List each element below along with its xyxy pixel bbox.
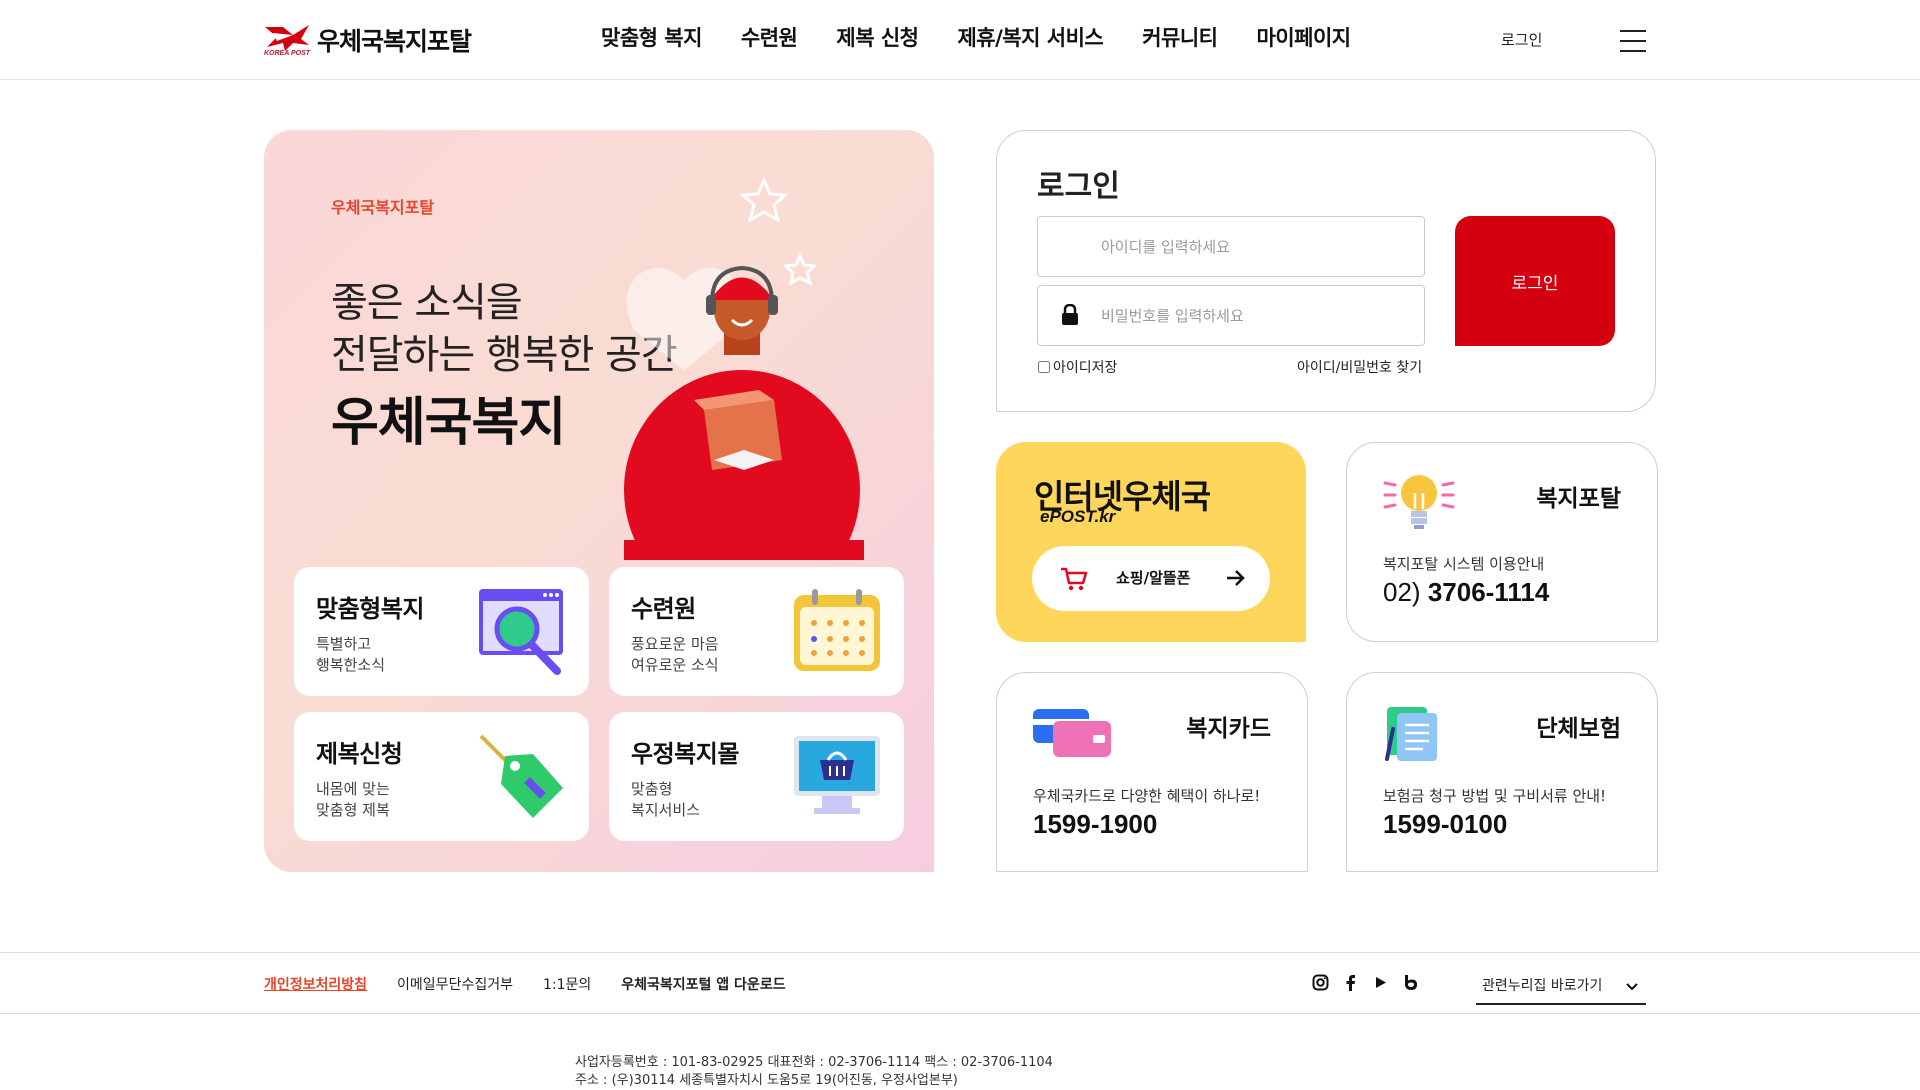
tile-title: 우정복지몰 bbox=[631, 740, 739, 768]
tile-desc: 맞춤형 제복 bbox=[316, 801, 390, 819]
login-button[interactable]: 로그인 bbox=[1455, 216, 1615, 346]
welfare-card-card[interactable]: 복지카드 우체국카드로 다양한 혜택이 하나로! 1599-1900 bbox=[996, 672, 1308, 872]
phone-prefix: 02) bbox=[1383, 577, 1421, 607]
card-title: 단체보험 bbox=[1536, 716, 1621, 742]
instagram-icon[interactable] bbox=[1312, 974, 1329, 991]
shopping-cart-icon bbox=[1060, 566, 1088, 592]
id-input[interactable] bbox=[1038, 217, 1424, 276]
nav-item-community[interactable]: 커뮤니티 bbox=[1142, 22, 1218, 52]
business-info-line: 주소 : (우)30114 세종특별자치시 도움5로 19(어진동, 우정사업본… bbox=[575, 1073, 958, 1088]
login-title: 로그인 bbox=[1037, 169, 1120, 204]
tile-desc: 풍요로운 마음 bbox=[631, 635, 719, 653]
epost-subtitle: ePOST.kr bbox=[1040, 507, 1116, 526]
nav-item-custom-welfare[interactable]: 맞춤형 복지 bbox=[601, 22, 702, 52]
tile-title: 맞춤형복지 bbox=[316, 595, 424, 623]
footer-bar: 개인정보처리방침 이메일무단수집거부 1:1문의 우체국복지포털 앱 다운로드 … bbox=[0, 952, 1920, 1014]
footer-email-policy-link[interactable]: 이메일무단수집거부 bbox=[397, 974, 513, 994]
logo-subtext: KOREA POST bbox=[264, 50, 311, 57]
hamburger-menu-icon[interactable] bbox=[1620, 30, 1646, 52]
facebook-icon[interactable] bbox=[1342, 974, 1359, 991]
social-links bbox=[1312, 974, 1419, 991]
courier-illustration bbox=[624, 176, 864, 560]
footer-privacy-link[interactable]: 개인정보처리방침 bbox=[264, 974, 367, 994]
footer-inquiry-link[interactable]: 1:1문의 bbox=[543, 974, 591, 994]
tile-postal-mall[interactable]: 우정복지몰 맞춤형 복지서비스 bbox=[609, 712, 904, 841]
tile-desc: 여유로운 소식 bbox=[631, 656, 719, 674]
card-phone: 1599-1900 bbox=[1033, 809, 1158, 839]
hero-banner: 우체국복지포탈 좋은 소식을 전달하는 행복한 공간 우체국복지 맞춤형복지 특… bbox=[264, 130, 934, 872]
header-login-link[interactable]: 로그인 bbox=[1501, 29, 1542, 50]
site-logo[interactable]: KOREA POST 우체국복지포탈 bbox=[263, 20, 472, 60]
related-sites-label: 관련누리집 바로가기 bbox=[1482, 978, 1603, 994]
magnifier-icon bbox=[477, 587, 567, 677]
blog-icon[interactable] bbox=[1402, 974, 1419, 991]
login-panel: 로그인 로그인 아이디저장 아이디/비밀번호 찾기 bbox=[996, 130, 1656, 412]
tile-custom-welfare[interactable]: 맞춤형복지 특별하고 행복한소식 bbox=[294, 567, 589, 696]
tile-training-center[interactable]: 수련원 풍요로운 마음 여유로운 소식 bbox=[609, 567, 904, 696]
related-sites-select[interactable]: 관련누리집 바로가기 bbox=[1476, 963, 1646, 1005]
epost-card: 인터넷우체국 ePOST.kr 쇼핑/알뜰폰 bbox=[996, 442, 1306, 642]
card-title: 복지포탈 bbox=[1536, 486, 1621, 512]
password-input[interactable] bbox=[1038, 286, 1424, 345]
welfare-portal-card[interactable]: 복지포탈 복지포탈 시스템 이용안내 02) 3706-1114 bbox=[1346, 442, 1658, 642]
shopping-mobile-button[interactable]: 쇼핑/알뜰폰 bbox=[1032, 546, 1270, 611]
find-account-link[interactable]: 아이디/비밀번호 찾기 bbox=[1297, 357, 1422, 377]
tile-desc: 행복한소식 bbox=[316, 656, 386, 674]
tile-desc: 맞춤형 bbox=[631, 780, 673, 798]
youtube-icon[interactable] bbox=[1372, 974, 1389, 991]
tile-uniform[interactable]: 제복신청 내몸에 맞는 맞춤형 제복 bbox=[294, 712, 589, 841]
business-info-line: 사업자등록번호 : 101-83-02925 대표전화 : 02-3706-11… bbox=[575, 1055, 1053, 1070]
card-desc: 복지포탈 시스템 이용안내 bbox=[1383, 555, 1545, 573]
tile-desc: 특별하고 bbox=[316, 635, 372, 653]
korea-post-logo-icon: KOREA POST bbox=[263, 21, 313, 59]
password-field[interactable] bbox=[1037, 285, 1425, 346]
card-desc: 우체국카드로 다양한 혜택이 하나로! bbox=[1033, 787, 1261, 805]
logo-text: 우체국복지포탈 bbox=[317, 27, 472, 56]
hero-line-1: 좋은 소식을 bbox=[331, 280, 523, 326]
nav-item-mypage[interactable]: 마이페이지 bbox=[1257, 22, 1352, 52]
tile-title: 수련원 bbox=[631, 595, 696, 623]
save-id-checkbox[interactable]: 아이디저장 bbox=[1038, 357, 1117, 377]
nav-item-partner-services[interactable]: 제휴/복지 서비스 bbox=[957, 22, 1103, 52]
document-icon bbox=[1383, 707, 1463, 769]
shopping-basket-monitor-icon bbox=[792, 732, 882, 822]
save-id-check[interactable] bbox=[1038, 361, 1050, 373]
tile-title: 제복신청 bbox=[316, 740, 403, 768]
lightbulb-icon bbox=[1383, 471, 1463, 533]
footer-links: 개인정보처리방침 이메일무단수집거부 1:1문의 우체국복지포털 앱 다운로드 bbox=[264, 974, 786, 994]
card-phone: 02) 3706-1114 bbox=[1383, 577, 1549, 608]
card-desc: 보험금 청구 방법 및 구비서류 안내! bbox=[1383, 787, 1607, 805]
site-header: KOREA POST 우체국복지포탈 맞춤형 복지 수련원 제복 신청 제휴/복… bbox=[0, 0, 1920, 80]
hero-eyebrow: 우체국복지포탈 bbox=[331, 198, 435, 217]
group-insurance-card[interactable]: 단체보험 보험금 청구 방법 및 구비서류 안내! 1599-0100 bbox=[1346, 672, 1658, 872]
card-phone: 1599-0100 bbox=[1383, 809, 1508, 839]
hero-title: 우체국복지 bbox=[331, 393, 566, 453]
nav-item-training-center[interactable]: 수련원 bbox=[741, 22, 798, 52]
card-title: 복지카드 bbox=[1186, 716, 1271, 742]
chevron-down-icon bbox=[1626, 977, 1638, 991]
tile-desc: 내몸에 맞는 bbox=[316, 780, 390, 798]
footer-app-download-link[interactable]: 우체국복지포털 앱 다운로드 bbox=[621, 974, 785, 994]
phone-number: 3706-1114 bbox=[1427, 577, 1550, 607]
tile-desc: 복지서비스 bbox=[631, 801, 701, 819]
save-id-label: 아이디저장 bbox=[1053, 360, 1118, 376]
shopping-mobile-label: 쇼핑/알뜰폰 bbox=[1116, 569, 1191, 587]
id-field[interactable] bbox=[1037, 216, 1425, 277]
main-nav: 맞춤형 복지 수련원 제복 신청 제휴/복지 서비스 커뮤니티 마이페이지 bbox=[601, 22, 1351, 52]
credit-card-icon bbox=[1033, 707, 1113, 769]
arrow-right-icon bbox=[1224, 567, 1246, 589]
calendar-icon bbox=[792, 587, 882, 677]
nav-item-uniform[interactable]: 제복 신청 bbox=[836, 22, 919, 52]
tag-icon bbox=[477, 732, 567, 822]
business-info: 사업자등록번호 : 101-83-02925 대표전화 : 02-3706-11… bbox=[575, 1054, 1053, 1090]
